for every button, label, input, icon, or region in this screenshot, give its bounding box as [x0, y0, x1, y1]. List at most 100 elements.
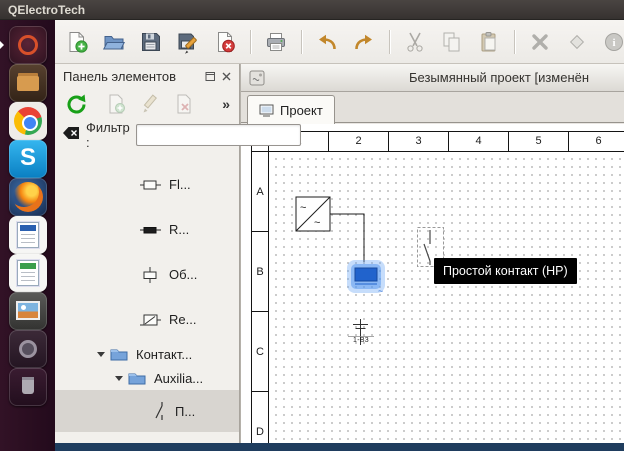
- panel-close-button[interactable]: [218, 68, 234, 84]
- diagram-view[interactable]: 1 2 3 4 5 6 A B C D: [241, 124, 624, 443]
- lens-icon: [19, 340, 37, 358]
- column-ruler: 1 2 3 4 5 6: [252, 132, 624, 152]
- clear-filter-icon[interactable]: [62, 126, 80, 145]
- project-window-titlebar[interactable]: Безымянный проект [изменён: [241, 64, 624, 92]
- tree-folder-auxiliary[interactable]: Auxilia...: [55, 366, 239, 390]
- panel-toolbar-extension-button[interactable]: »: [222, 96, 230, 112]
- diagram-canvas[interactable]: [269, 152, 624, 443]
- save-button[interactable]: [137, 28, 165, 56]
- launcher-firefox-icon[interactable]: [9, 178, 47, 216]
- edit-element-button[interactable]: [137, 91, 163, 117]
- new-document-icon: [69, 31, 88, 53]
- cut-button[interactable]: [401, 28, 429, 56]
- contact-symbol-icon: [155, 402, 163, 420]
- reload-collection-button[interactable]: [63, 91, 89, 117]
- launcher-calc-icon[interactable]: [9, 254, 47, 292]
- expanded-arrow-icon[interactable]: [115, 375, 123, 381]
- open-folder-icon: [102, 35, 126, 49]
- window-titlebar[interactable]: QElectroTech: [0, 0, 624, 20]
- toolbar-separator: [514, 29, 515, 54]
- print-icon: [267, 32, 285, 51]
- bottom-strip: [55, 443, 624, 451]
- element-symbol-icon: [140, 226, 161, 233]
- launcher-trash-icon[interactable]: [9, 368, 47, 406]
- tree-item-element[interactable]: Re...: [55, 297, 239, 342]
- paste-icon: [481, 31, 496, 51]
- column-label: 2: [329, 132, 389, 151]
- element-reference-label: 1-B3: [353, 337, 369, 344]
- refresh-icon: [67, 94, 85, 113]
- element-symbol-icon: [140, 180, 161, 189]
- project-mdi-area: Безымянный проект [изменён Проект 1 2 3 …: [240, 64, 624, 443]
- launcher-media-icon[interactable]: [9, 330, 47, 368]
- toolbar-separator: [301, 29, 302, 54]
- undo-button[interactable]: [313, 28, 341, 56]
- column-label: 4: [449, 132, 509, 151]
- delete-button[interactable]: [526, 28, 554, 56]
- delete-element-icon: [177, 94, 191, 114]
- new-element-icon: [109, 94, 125, 114]
- filter-input[interactable]: [135, 124, 301, 146]
- tree-item-label: Об...: [169, 267, 198, 282]
- info-button[interactable]: i: [600, 28, 624, 56]
- launcher-writer-icon[interactable]: [9, 216, 47, 254]
- main-toolbar: i: [55, 20, 624, 64]
- tree-item-element[interactable]: Об...: [55, 252, 239, 297]
- launcher-files-icon[interactable]: [9, 64, 47, 102]
- tab-project[interactable]: Проект: [247, 95, 335, 124]
- elements-panel-header: Панель элементов: [55, 64, 239, 88]
- elements-panel-title: Панель элементов: [63, 68, 176, 84]
- elements-panel-toolbar: »: [55, 88, 239, 120]
- tab-label: Проект: [280, 102, 323, 118]
- tree-item-label: Fl...: [169, 177, 191, 192]
- copy-button[interactable]: [438, 28, 466, 56]
- tree-folder-contacts[interactable]: Контакт...: [55, 342, 239, 366]
- tree-item-label: Re...: [169, 312, 197, 327]
- row-ruler: A B C D: [252, 152, 269, 443]
- tree-item-element[interactable]: Fl...: [55, 162, 239, 207]
- close-icon: [222, 72, 230, 80]
- close-file-icon: [218, 31, 235, 52]
- element-symbol-icon: [143, 266, 157, 283]
- copy-icon: [443, 32, 460, 51]
- save-icon: [142, 32, 160, 51]
- panel-float-button[interactable]: [202, 68, 218, 84]
- filter-label: Фильтр :: [86, 120, 130, 150]
- active-app-indicator: [0, 41, 4, 49]
- desktop: QElectroTech S i Панель элементов » Филь…: [0, 0, 624, 451]
- spreadsheet-icon: [17, 260, 39, 286]
- photo-icon: [16, 301, 40, 320]
- tree-item-element[interactable]: R...: [55, 207, 239, 252]
- cut-icon: [407, 32, 423, 52]
- undo-icon: [319, 34, 336, 49]
- row-label: B: [252, 232, 268, 312]
- open-project-button[interactable]: [100, 28, 128, 56]
- launcher-chrome-icon[interactable]: [9, 102, 47, 140]
- print-button[interactable]: [262, 28, 290, 56]
- tree-item-label: Auxilia...: [154, 370, 204, 386]
- project-tabbar: Проект: [241, 92, 624, 124]
- project-tab-icon: [259, 104, 274, 116]
- redo-button[interactable]: [350, 28, 378, 56]
- info-icon: i: [605, 32, 623, 51]
- close-file-button[interactable]: [211, 28, 239, 56]
- toolbar-separator: [250, 29, 251, 54]
- save-as-button[interactable]: [174, 28, 202, 56]
- expanded-arrow-icon[interactable]: [97, 351, 105, 357]
- launcher-skype-icon[interactable]: S: [9, 140, 47, 178]
- project-window-title: Безымянный проект [изменён: [409, 70, 590, 85]
- rotate-button[interactable]: [563, 28, 591, 56]
- diagram-frame: 1 2 3 4 5 6 A B C D: [251, 131, 624, 443]
- new-project-button[interactable]: [63, 28, 91, 56]
- new-element-button[interactable]: [103, 91, 129, 117]
- tree-item-contact[interactable]: П...: [55, 390, 239, 432]
- launcher-ubuntu-icon[interactable]: [9, 26, 47, 64]
- trash-icon: [22, 380, 34, 394]
- launcher-images-icon[interactable]: [9, 292, 47, 330]
- column-label: 6: [569, 132, 624, 151]
- paste-button[interactable]: [475, 28, 503, 56]
- elements-panel: Панель элементов » Фильтр : Fl... R... О…: [55, 64, 301, 443]
- svg-text:i: i: [612, 37, 615, 49]
- delete-element-button[interactable]: [171, 91, 197, 117]
- tree-item-label: Контакт...: [136, 346, 193, 362]
